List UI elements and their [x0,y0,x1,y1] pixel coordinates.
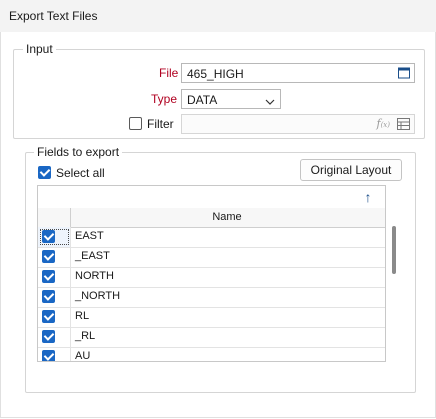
table-row[interactable]: _NORTH [38,287,385,308]
input-group-title: Input [23,42,56,56]
type-label: Type [151,92,178,106]
row-name: AU [75,350,91,362]
row-checkbox-cell[interactable] [38,267,71,287]
row-checkbox[interactable] [42,330,55,343]
row-checkbox-cell[interactable] [38,347,71,361]
original-layout-button[interactable]: Original Layout [300,159,402,181]
table-row[interactable]: RL [38,307,385,328]
row-name: EAST [75,230,104,242]
row-checkbox-cell[interactable] [38,247,71,267]
file-input-value: 465_HIGH [187,67,244,81]
type-select-value: DATA [187,93,218,107]
table-row[interactable]: _RL [38,327,385,348]
grid-scrollbar-thumb[interactable] [392,226,396,274]
column-header-name[interactable]: Name [70,208,384,227]
fields-grid: ↑ ↓ Name EAST _EAST NORTH _NORTH RL _RL … [37,185,386,362]
file-input[interactable]: 465_HIGH [181,63,415,83]
row-checkbox-cell[interactable] [38,307,71,327]
row-checkbox[interactable] [42,290,55,303]
row-checkbox-cell[interactable] [38,327,71,347]
table-row[interactable]: NORTH [38,267,385,288]
chevron-down-icon [265,95,275,105]
file-browse-icon[interactable] [398,67,410,79]
arrow-up-icon[interactable]: ↑ [361,189,375,205]
row-name: RL [75,310,90,322]
grid-header-corner [38,208,71,227]
filter-label: Filter [147,117,174,131]
window-title: Export Text Files [9,9,98,23]
row-checkbox-cell[interactable] [38,287,71,307]
row-name: _NORTH [75,290,121,302]
input-group: Input File 465_HIGH Type DATA Filter f(x… [13,42,425,139]
row-checkbox[interactable] [42,250,55,263]
row-name: NORTH [75,270,114,282]
row-checkbox[interactable] [42,270,55,283]
row-checkbox[interactable] [42,310,55,323]
filter-input[interactable]: f(x) [181,114,415,134]
window-titlebar: Export Text Files [0,0,436,33]
table-row[interactable]: EAST [38,227,385,248]
row-checkbox[interactable] [42,350,55,361]
arrow-down-icon[interactable]: ↓ [382,189,385,205]
table-row[interactable]: _EAST [38,247,385,268]
file-label: File [159,66,179,80]
fields-to-export-title: Fields to export [34,145,123,159]
select-all-label: Select all [56,166,105,180]
grid-toolbar: ↑ ↓ [38,186,385,209]
type-select[interactable]: DATA [181,89,281,109]
select-all-checkbox[interactable] [38,166,51,179]
row-checkbox[interactable] [42,230,55,243]
row-name: _EAST [75,250,110,262]
table-row[interactable]: AU [38,347,385,362]
filter-list-icon[interactable] [397,118,410,130]
filter-checkbox[interactable] [129,117,142,130]
grid-header: Name [38,208,385,228]
row-name: _RL [75,330,96,342]
row-checkbox-cell[interactable] [38,227,71,247]
function-icon[interactable]: f(x) [377,117,391,130]
